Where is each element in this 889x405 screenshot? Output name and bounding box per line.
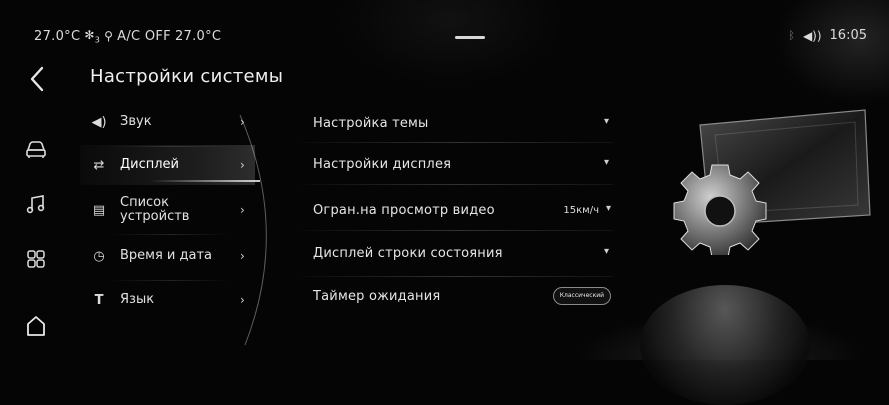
divider [303,142,613,143]
planet-illustration [640,285,810,405]
divider [303,276,613,277]
speaker-icon: ◀) [91,114,107,130]
music-icon [26,195,45,214]
fan-level: 3 [94,35,101,45]
chevron-down-icon: ▾ [603,157,609,168]
back-button[interactable] [26,64,52,94]
driver-temperature: 27.0°C [34,28,81,44]
ac-status: A/C OFF [117,28,171,44]
chevron-down-icon: ▾ [603,116,609,127]
divider [303,230,613,231]
category-label: Дисплей [120,157,180,172]
devices-icon: ▤ [92,202,106,218]
fan-icon: ✻3 [84,28,101,45]
category-label: Язык [120,292,155,307]
home-icon [27,316,45,336]
car-icon [26,141,46,158]
setting-theme[interactable]: Настройка темы ▾ [313,106,613,144]
video-limit-value: 15км/ч [563,205,599,216]
rail-apps-button[interactable] [22,245,50,273]
chevron-down-icon: ▾ [603,246,609,257]
language-icon: T [94,292,104,308]
volume-icon[interactable]: ◀)) [803,29,822,43]
setting-label: Огран.на просмотр видео [313,203,495,218]
divider [303,184,613,185]
category-label: Список устройств [120,196,189,224]
chevron-left-icon [30,66,44,92]
bluetooth-icon: ᛒ [788,29,795,42]
rail-music-button[interactable] [22,190,50,218]
passenger-temperature: 27.0°C [174,28,222,44]
drag-handle[interactable] [455,36,485,39]
category-label: Звук [120,114,152,129]
setting-label: Настройка темы [313,116,429,131]
chevron-down-icon: ▾ [605,203,611,214]
system-status: ᛒ ◀)) 16:05 [788,28,867,43]
rail-car-button[interactable] [22,135,50,163]
category-label-line1: Список [120,195,169,210]
seat-airflow-icon: ⚲ [104,29,114,44]
setting-display[interactable]: Настройки дисплея ▾ [313,147,613,185]
sliders-icon: ⇄ [93,157,105,173]
page-title: Настройки системы [90,66,284,87]
clock-time: 16:05 [829,28,867,43]
setting-video-limit[interactable]: Огран.на просмотр видео 15км/ч ▾ [313,193,613,231]
setting-sleep-timer[interactable]: Таймер ожидания Классический [313,279,613,317]
setting-label: Дисплей строки состояния [313,246,503,261]
sleep-timer-select[interactable]: Классический [552,287,611,305]
climate-status[interactable]: 27.0°C ✻3 ⚲ A/C OFF 27.0°C [34,28,221,44]
category-label-line2: устройств [120,209,190,224]
status-bar: 27.0°C ✻3 ⚲ A/C OFF 27.0°C ᛒ ◀)) 16:05 [0,0,889,60]
menu-curve-divider [239,114,267,346]
category-label: Время и дата [120,248,213,263]
setting-label: Таймер ожидания [313,289,441,304]
clock-icon: ◷ [93,248,105,264]
setting-status-bar-display[interactable]: Дисплей строки состояния ▾ [313,236,613,274]
setting-label: Настройки дисплея [313,157,452,172]
apps-grid-icon [27,250,45,268]
settings-gear-illustration [673,109,871,255]
rail-home-button[interactable] [22,312,50,340]
